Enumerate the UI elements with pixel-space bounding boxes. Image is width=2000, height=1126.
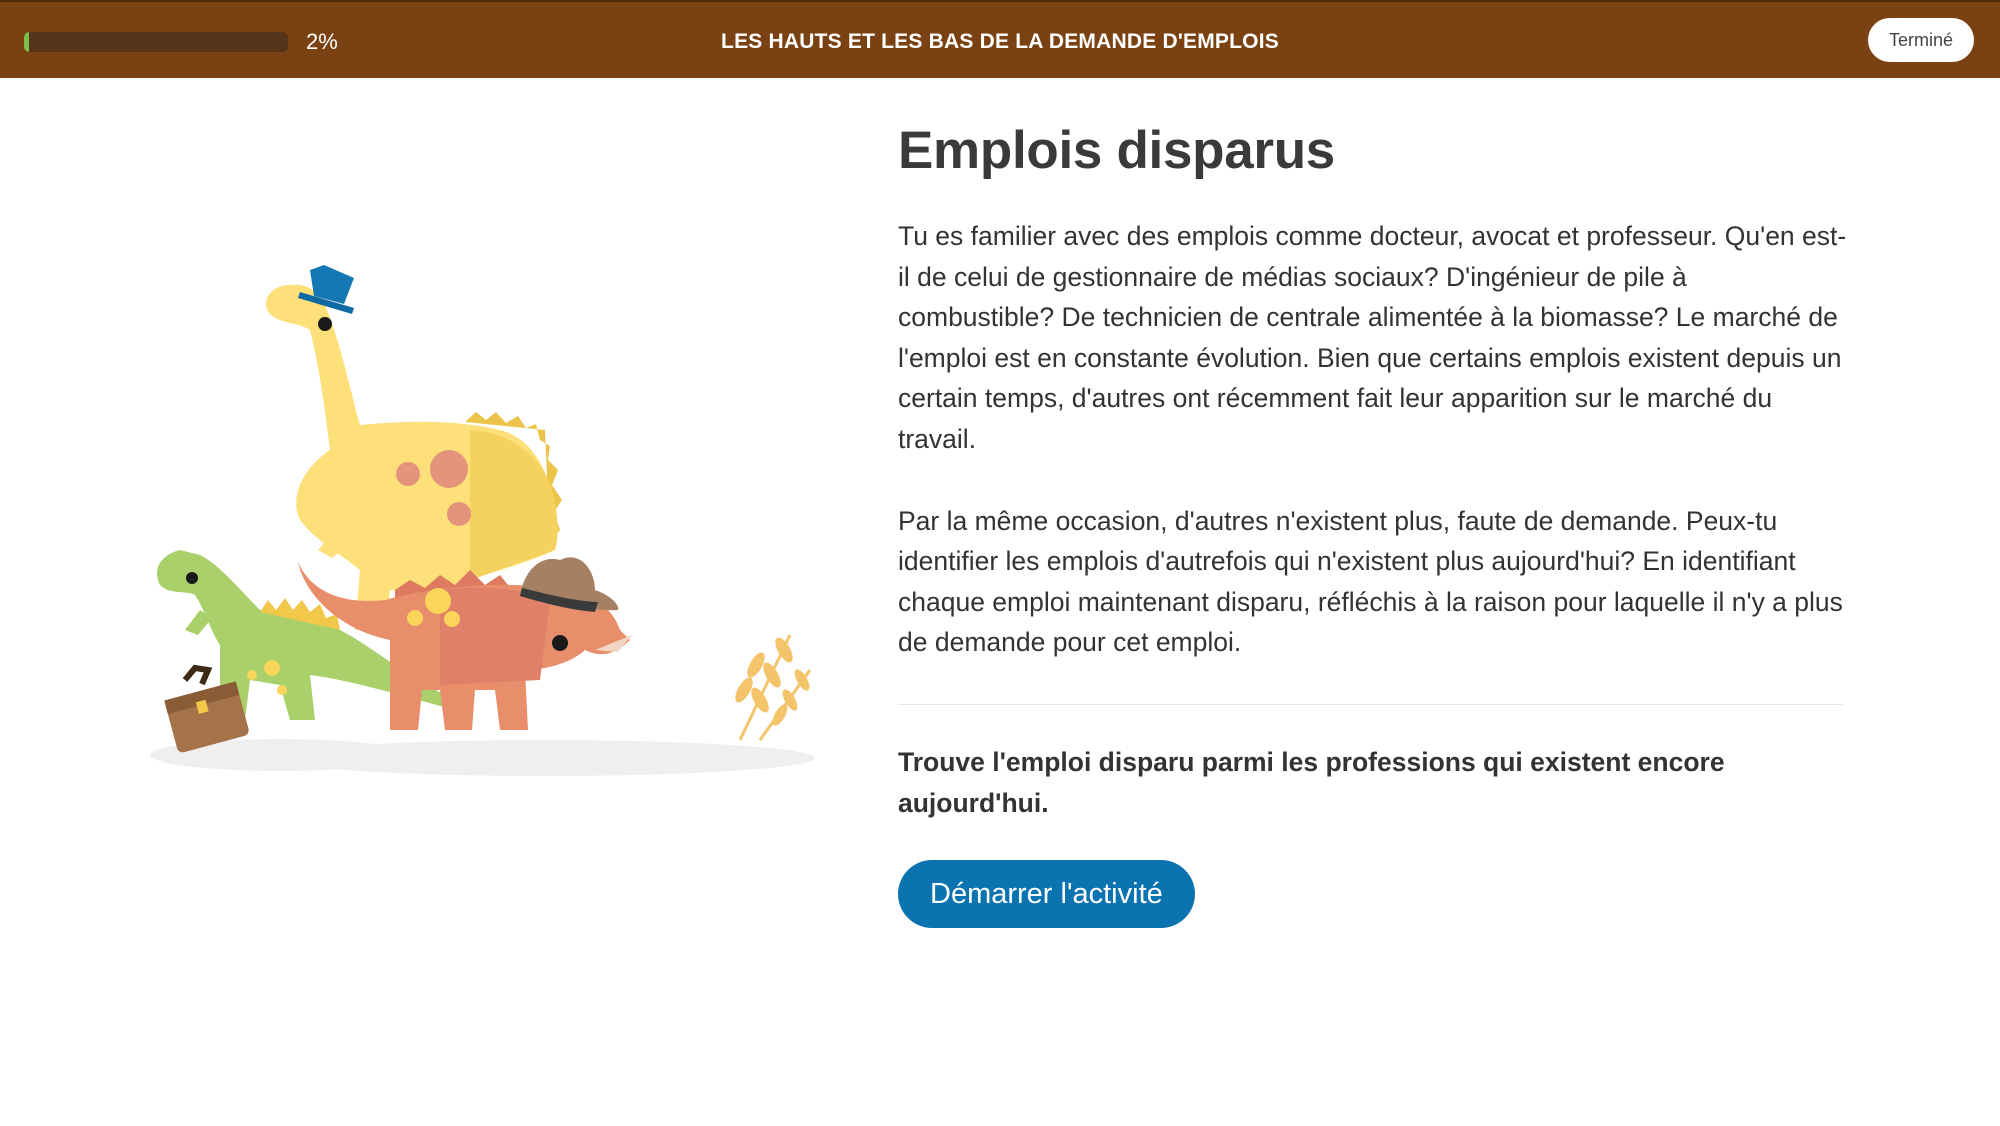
course-title: LES HAUTS ET LES BAS DE LA DEMANDE D'EMP… [721, 30, 1279, 53]
yellow-dinosaur [266, 284, 562, 630]
ground-shadow [275, 740, 815, 776]
dinosaurs-illustration [150, 265, 815, 776]
wheat-icon [735, 634, 812, 741]
activity-instruction: Trouve l'emploi disparu parmi les profes… [898, 746, 1725, 818]
intro-paragraph: Tu es familier avec des emplois comme do… [898, 221, 1847, 454]
start-activity-button[interactable]: Démarrer l'activité [898, 860, 1195, 929]
divider [898, 703, 1843, 705]
lesson-content: Emplois disparus Tu es familier avec des… [898, 118, 1848, 929]
page-title: Emplois disparus [898, 121, 1335, 180]
top-bar: 2% LES HAUTS ET LES BAS DE LA DEMANDE D'… [0, 0, 2000, 78]
intro-paragraph-2: Par la même occasion, d'autres n'existen… [898, 505, 1843, 658]
done-button[interactable]: Terminé [1868, 18, 1974, 62]
